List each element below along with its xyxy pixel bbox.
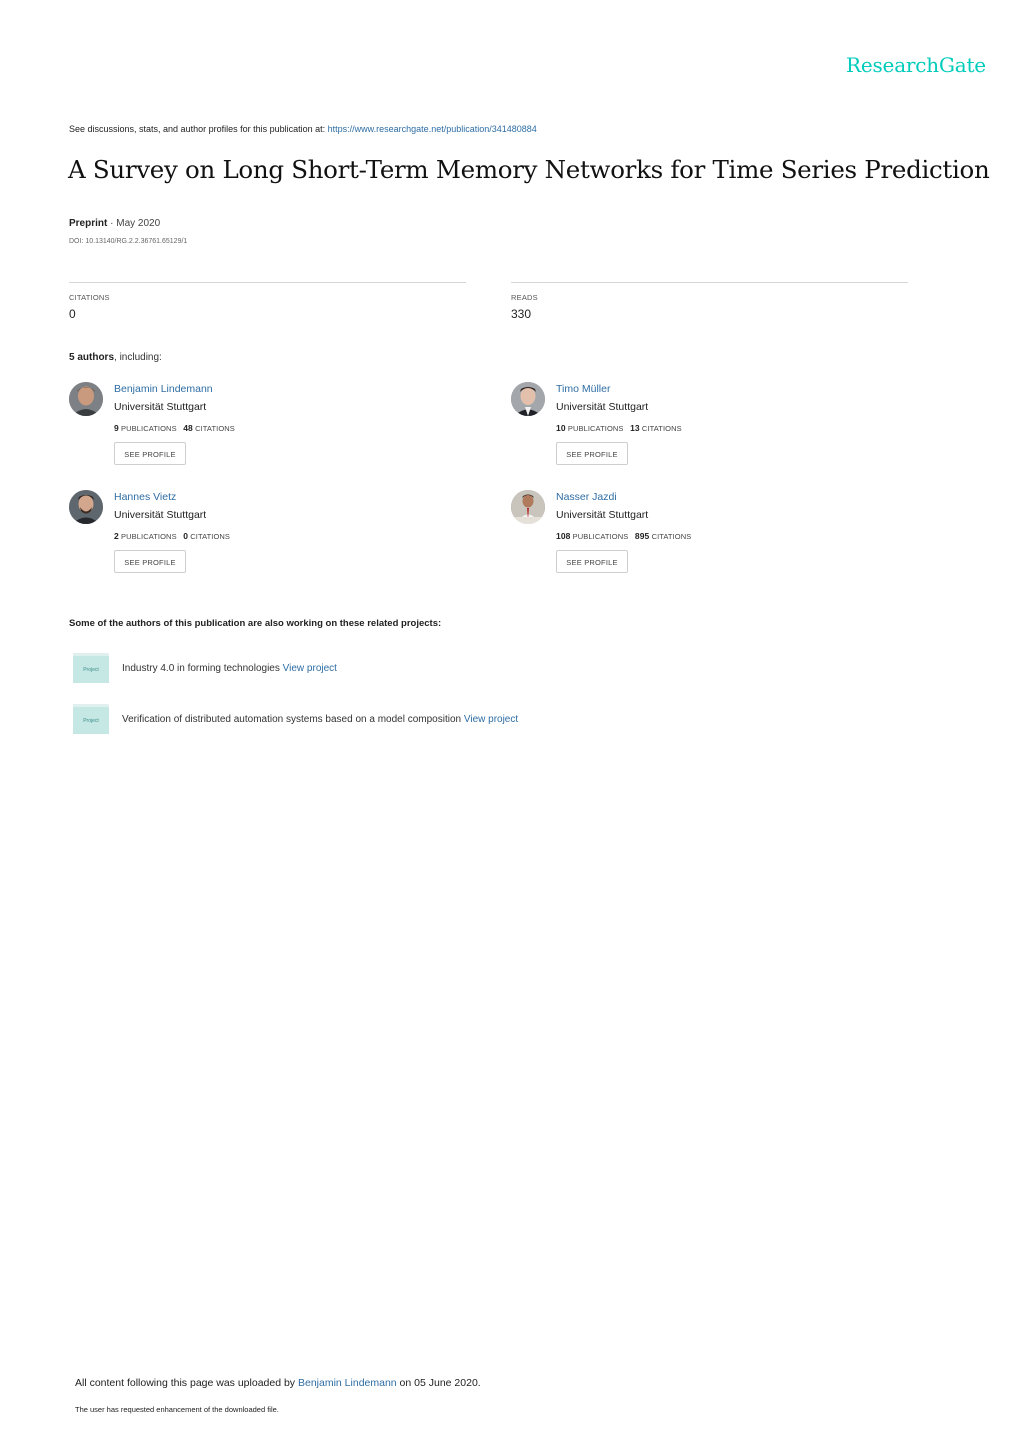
authors-count: 5 authors	[69, 352, 115, 363]
author-card: Timo Müller Universität Stuttgart 10 PUB…	[511, 382, 911, 482]
researchgate-logo[interactable]: ResearchGate	[846, 53, 986, 77]
citations-label: CITATIONS	[69, 293, 110, 302]
citations-count: 0	[183, 531, 189, 541]
upload-prefix: All content following this page was uplo…	[75, 1377, 298, 1389]
project-folder-icon: Project	[73, 653, 109, 683]
publications-label: PUBLICATIONS	[121, 532, 177, 541]
citations-label: CITATIONS	[651, 532, 692, 541]
author-avatar[interactable]	[69, 382, 103, 416]
author-institution: Universität Stuttgart	[114, 401, 207, 413]
publications-label: PUBLICATIONS	[567, 424, 624, 433]
publications-label: PUBLICATIONS	[121, 424, 177, 433]
project-folder-icon: Project	[73, 704, 109, 734]
person-photo-icon	[69, 490, 103, 524]
project-icon-label: Project	[83, 667, 99, 673]
citations-label: CITATIONS	[190, 532, 231, 541]
author-avatar[interactable]	[511, 490, 545, 524]
see-profile-button[interactable]: SEE PROFILE	[114, 550, 186, 573]
author-institution: Universität Stuttgart	[114, 509, 207, 521]
author-avatar[interactable]	[69, 490, 103, 524]
publication-doi: DOI: 10.13140/RG.2.2.36761.65129/1	[69, 238, 188, 245]
author-stats: 10 PUBLICATIONS 13 CITATIONS	[556, 423, 682, 433]
author-institution: Universität Stuttgart	[556, 509, 649, 521]
citations-divider	[69, 282, 466, 283]
author-stats: 2 PUBLICATIONS 0 CITATIONS	[114, 531, 230, 541]
publications-count: 2	[114, 531, 119, 541]
citations-count: 13	[630, 423, 640, 433]
author-name-link[interactable]: Hannes Vietz	[114, 491, 176, 503]
publication-date: May 2020	[116, 218, 161, 229]
project-item: Verification of distributed automation s…	[122, 714, 518, 725]
upload-suffix: on 05 June 2020.	[396, 1377, 481, 1389]
upload-notice: All content following this page was uplo…	[75, 1377, 481, 1389]
person-photo-icon	[69, 382, 103, 416]
publications-label: PUBLICATIONS	[572, 532, 629, 541]
author-name-link[interactable]: Nasser Jazdi	[556, 491, 617, 503]
author-card: Hannes Vietz Universität Stuttgart 2 PUB…	[69, 490, 469, 590]
author-card: Benjamin Lindemann Universität Stuttgart…	[69, 382, 469, 482]
see-discussions-line: See discussions, stats, and author profi…	[69, 124, 537, 134]
publications-count: 9	[114, 423, 119, 433]
uploader-link[interactable]: Benjamin Lindemann	[298, 1377, 397, 1389]
citations-count: 48	[183, 423, 193, 433]
see-profile-button[interactable]: SEE PROFILE	[556, 550, 628, 573]
publication-type: Preprint	[69, 218, 108, 229]
author-stats: 108 PUBLICATIONS 895 CITATIONS	[556, 531, 691, 541]
author-avatar[interactable]	[511, 382, 545, 416]
reads-label: READS	[511, 293, 538, 302]
author-name-link[interactable]: Timo Müller	[556, 383, 610, 395]
citations-label: CITATIONS	[641, 424, 682, 433]
person-photo-icon	[511, 382, 545, 416]
project-title: Industry 4.0 in forming technologies	[122, 663, 280, 674]
person-photo-icon	[511, 490, 545, 524]
publication-meta: Preprint · May 2020	[69, 218, 160, 229]
see-discussions-text: See discussions, stats, and author profi…	[69, 124, 328, 134]
meta-separator: ·	[107, 218, 117, 229]
see-profile-button[interactable]: SEE PROFILE	[556, 442, 628, 465]
authors-heading: 5 authors, including:	[69, 352, 162, 363]
publication-title: A Survey on Long Short-Term Memory Netwo…	[68, 155, 990, 184]
publications-count: 108	[556, 531, 571, 541]
reads-divider	[511, 282, 908, 283]
enhancement-note: The user has requested enhancement of th…	[75, 1405, 279, 1414]
see-profile-button[interactable]: SEE PROFILE	[114, 442, 186, 465]
author-institution: Universität Stuttgart	[556, 401, 649, 413]
project-icon-label: Project	[83, 718, 99, 724]
project-item: Industry 4.0 in forming technologies Vie…	[122, 663, 337, 674]
citations-value: 0	[69, 307, 76, 321]
author-card: Nasser Jazdi Universität Stuttgart 108 P…	[511, 490, 911, 590]
citations-count: 895	[634, 531, 650, 541]
authors-suffix: , including:	[114, 352, 162, 363]
publications-count: 10	[556, 423, 566, 433]
author-name-link[interactable]: Benjamin Lindemann	[114, 383, 213, 395]
author-stats: 9 PUBLICATIONS 48 CITATIONS	[114, 423, 235, 433]
project-title: Verification of distributed automation s…	[122, 714, 462, 725]
related-projects-heading: Some of the authors of this publication …	[69, 618, 442, 629]
reads-value: 330	[511, 307, 532, 321]
view-project-link[interactable]: View project	[283, 663, 337, 674]
citations-label: CITATIONS	[195, 424, 235, 433]
publication-url-link[interactable]: https://www.researchgate.net/publication…	[328, 124, 537, 134]
view-project-link[interactable]: View project	[464, 714, 518, 725]
